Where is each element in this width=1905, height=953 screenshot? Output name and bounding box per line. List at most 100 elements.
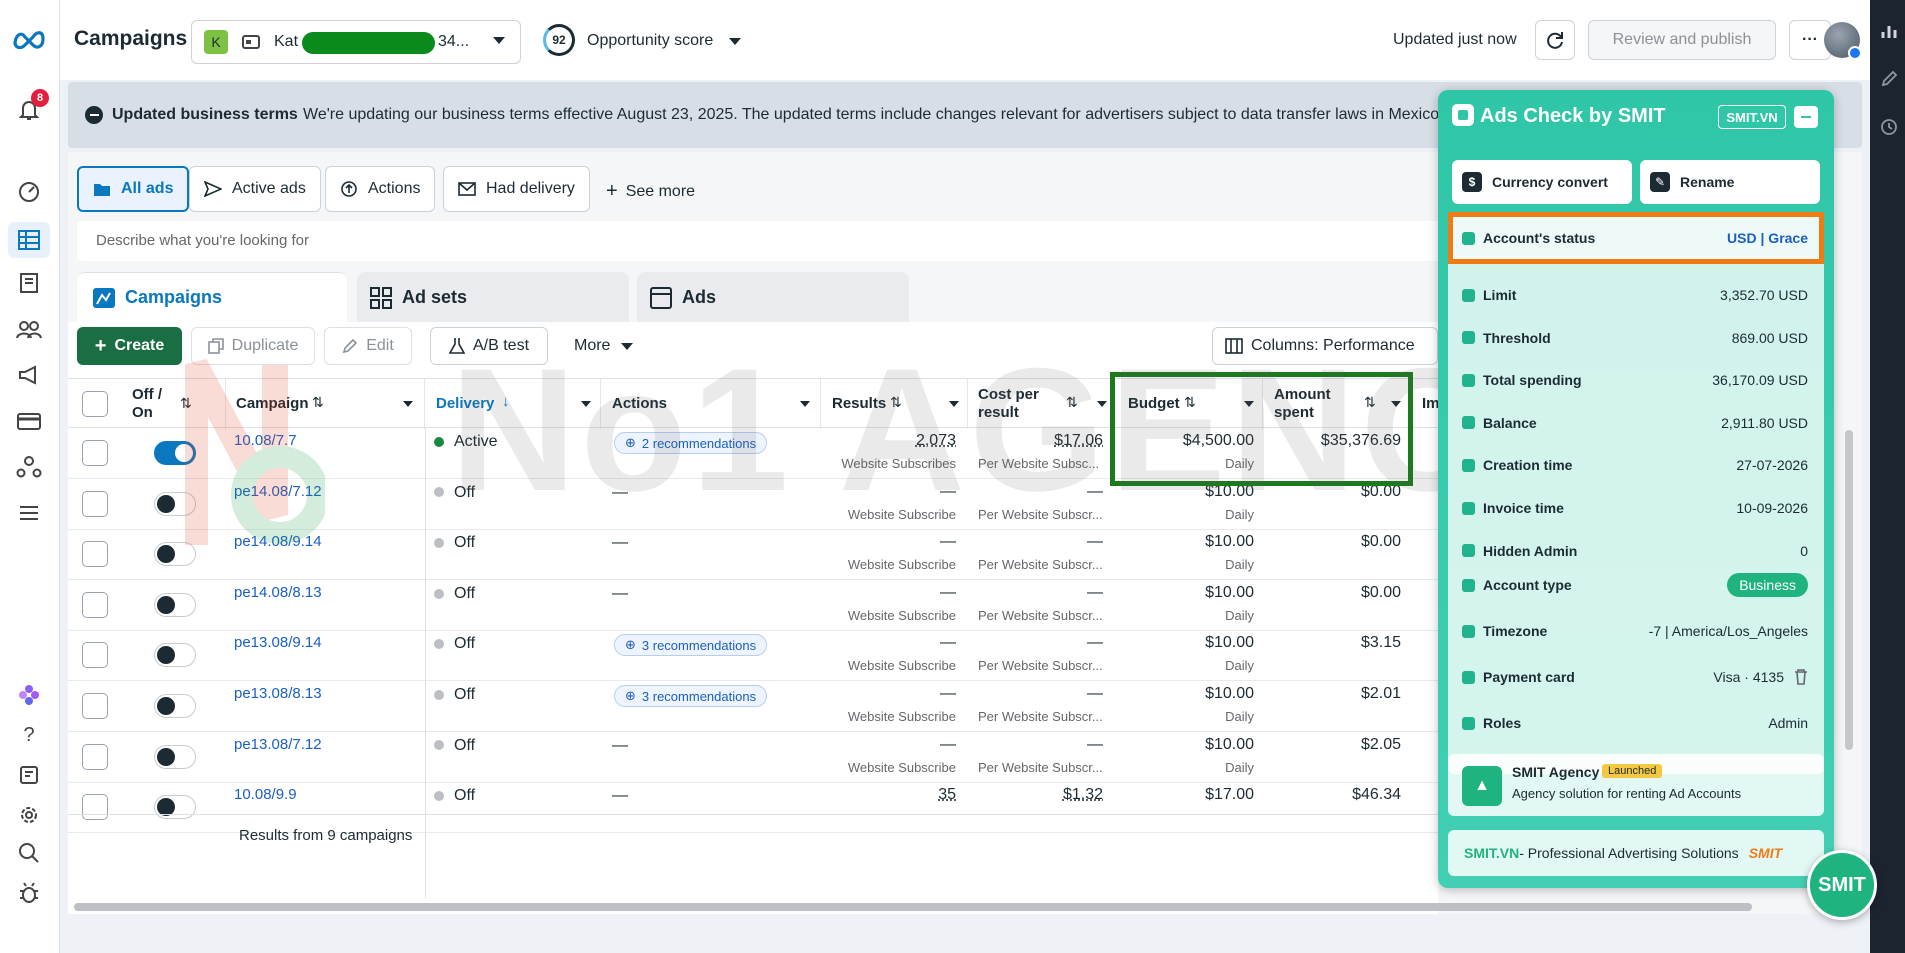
- rename-button[interactable]: ✎ Rename: [1640, 160, 1820, 204]
- smit-footer[interactable]: SMIT.VN - Professional Advertising Solut…: [1448, 830, 1824, 876]
- recommendations-badge[interactable]: ⊕ 3 recommendations: [614, 634, 768, 657]
- filter-had-delivery[interactable]: Had delivery: [443, 166, 590, 212]
- chevron-down-icon[interactable]: [728, 34, 742, 48]
- tab-ad-sets[interactable]: Ad sets: [357, 272, 629, 322]
- refresh-button[interactable]: [1535, 20, 1575, 60]
- table-row[interactable]: pe13.08/8.13 Off ⊕ 3 recommendations — Websit…: [68, 681, 1438, 732]
- smit-badge[interactable]: SMIT.VN: [1718, 105, 1786, 129]
- row-checkbox[interactable]: [82, 693, 108, 719]
- on-off-toggle[interactable]: [154, 694, 196, 718]
- search-input[interactable]: Describe what you're looking for: [77, 221, 1457, 261]
- row-checkbox[interactable]: [82, 591, 108, 618]
- megaphone-icon[interactable]: [14, 360, 44, 390]
- campaign-name-link[interactable]: pe13.08/9.14: [234, 634, 322, 651]
- business-settings-icon[interactable]: [14, 452, 44, 482]
- row-checkbox[interactable]: [82, 794, 108, 821]
- table-row[interactable]: pe14.08/8.13 Off — — Website Subscribe — Per W…: [68, 580, 1438, 631]
- reports-icon[interactable]: [14, 760, 44, 790]
- plus-icon: +: [606, 180, 618, 202]
- status-dot: [434, 740, 444, 751]
- cost-per-result-value: —: [1087, 533, 1103, 551]
- settings-gear-icon[interactable]: [14, 800, 44, 830]
- budget-value[interactable]: $10.00: [1205, 533, 1254, 551]
- info-icon: [1462, 458, 1475, 472]
- clock-icon[interactable]: [1880, 118, 1898, 136]
- tab-ads[interactable]: Ads: [637, 272, 909, 322]
- on-off-toggle[interactable]: [154, 643, 196, 668]
- campaign-name-link[interactable]: pe13.08/8.13: [234, 685, 322, 702]
- actions-value: —: [612, 584, 628, 602]
- currency-convert-button[interactable]: $ Currency convert: [1452, 160, 1632, 204]
- arrow-up-circle-icon: ⊕: [625, 688, 636, 703]
- row-checkbox[interactable]: [82, 541, 108, 568]
- horizontal-scrollbar[interactable]: [74, 903, 1752, 911]
- opportunity-score-gauge[interactable]: 92: [543, 24, 575, 56]
- create-button[interactable]: + Create: [77, 327, 182, 365]
- pencil-icon[interactable]: [1880, 70, 1898, 88]
- vertical-scrollbar[interactable]: [1845, 430, 1853, 750]
- chevron-down-icon[interactable]: [402, 399, 414, 409]
- see-more-button[interactable]: + See more: [606, 180, 695, 203]
- see-more-label: See more: [625, 182, 696, 200]
- table-row[interactable]: 10.08/9.9 Off — 35 $1.32 $17.00 $46.34: [68, 782, 1438, 834]
- budget-value[interactable]: $17.00: [1205, 786, 1254, 804]
- account-type-icon: [1462, 578, 1475, 592]
- status-dot: [434, 790, 444, 801]
- page-title: Campaigns: [74, 27, 188, 50]
- row-checkbox[interactable]: [82, 642, 108, 669]
- audiences-icon[interactable]: [14, 314, 44, 344]
- row-checkbox[interactable]: [82, 743, 108, 770]
- row-checkbox[interactable]: [82, 490, 108, 517]
- plus-icon: +: [94, 334, 107, 357]
- on-off-toggle[interactable]: [154, 592, 196, 617]
- filter-active-ads[interactable]: Active ads: [189, 166, 321, 212]
- filter-all-ads[interactable]: All ads: [77, 166, 190, 212]
- campaign-name-link[interactable]: pe13.08/7.12: [234, 736, 322, 753]
- minimize-button[interactable]: [1794, 106, 1818, 128]
- filter-actions[interactable]: Actions: [325, 166, 436, 212]
- budget-value[interactable]: $10.00: [1205, 685, 1254, 703]
- cost-per-result-subtitle: Per Website Subscr...: [978, 658, 1103, 674]
- col-off-on[interactable]: Off / On: [132, 386, 172, 422]
- budget-value[interactable]: $10.00: [1205, 584, 1254, 602]
- avatar[interactable]: [1824, 22, 1862, 60]
- on-off-toggle[interactable]: [154, 744, 196, 769]
- cost-per-result-subtitle: Per Website Subscr...: [978, 607, 1103, 623]
- info-value: 869.00 USD: [1731, 329, 1808, 346]
- billing-card-icon[interactable]: [14, 406, 44, 436]
- dashboard-icon[interactable]: [14, 176, 44, 206]
- bar-chart-icon[interactable]: [1880, 22, 1898, 40]
- card-icon: [1462, 670, 1475, 684]
- account-type-icon: [242, 34, 260, 50]
- arrow-up-circle-icon: ⊕: [625, 637, 636, 653]
- recommendations-label: 3 recommendations: [641, 637, 757, 653]
- table-row[interactable]: pe13.08/7.12 Off — — Website Subscribe — Per W…: [68, 732, 1438, 783]
- send-icon: [204, 181, 222, 197]
- help-icon[interactable]: ?: [14, 720, 44, 750]
- smit-agency-card[interactable]: ▲ SMIT Agency Launched Agency solution f…: [1448, 754, 1824, 816]
- campaign-name-link[interactable]: 10.08/9.9: [234, 786, 297, 803]
- budget-value[interactable]: $10.00: [1205, 634, 1254, 652]
- select-all-checkbox[interactable]: [82, 391, 108, 417]
- table-row[interactable]: pe13.08/9.14 Off ⊕ 3 recommendations — Websit…: [68, 630, 1438, 682]
- meta-logo-icon[interactable]: [10, 24, 48, 54]
- trash-icon[interactable]: [1794, 669, 1808, 685]
- review-publish-button[interactable]: Review and publish: [1588, 20, 1776, 60]
- row-checkbox[interactable]: [82, 440, 108, 466]
- campaign-name-link[interactable]: pe14.08/8.13: [234, 584, 322, 601]
- recommendations-badge[interactable]: ⊕ 3 recommendations: [614, 685, 768, 707]
- search-icon[interactable]: [14, 838, 44, 868]
- bug-report-icon[interactable]: [14, 878, 44, 908]
- budget-value[interactable]: $10.00: [1205, 736, 1254, 754]
- tab-campaigns[interactable]: Campaigns: [77, 272, 347, 322]
- notifications-icon[interactable]: 8: [14, 89, 49, 125]
- account-selector[interactable]: K Kat 34...: [191, 20, 521, 64]
- opportunity-score-label[interactable]: Opportunity score: [587, 32, 713, 50]
- menu-icon[interactable]: [14, 498, 44, 528]
- edit-button[interactable]: Edit: [324, 327, 412, 365]
- pages-icon[interactable]: [14, 268, 44, 298]
- on-off-toggle[interactable]: [154, 795, 196, 820]
- smit-floating-button[interactable]: SMIT: [1807, 850, 1877, 920]
- extension-flower-icon[interactable]: [14, 680, 44, 710]
- campaigns-table-icon[interactable]: [8, 222, 50, 258]
